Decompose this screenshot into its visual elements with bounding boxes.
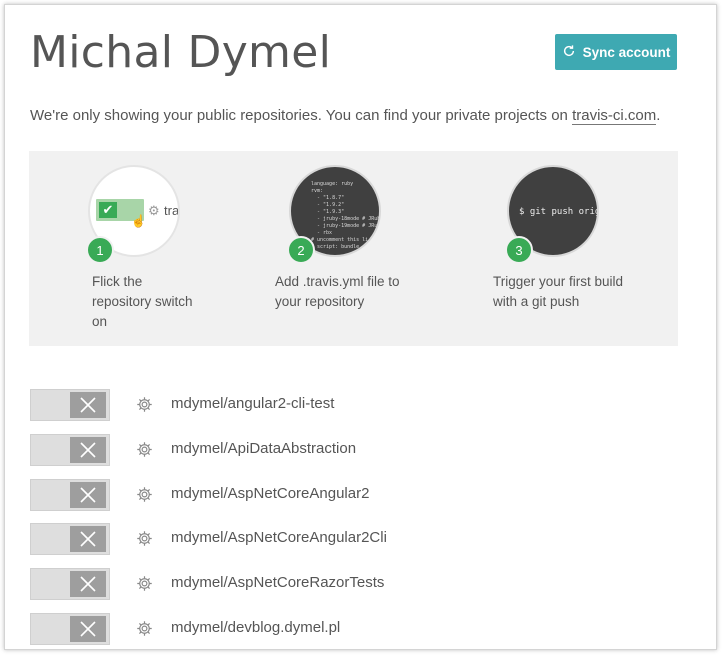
repository-toggle[interactable] (30, 613, 110, 645)
gear-icon[interactable] (136, 620, 153, 637)
getting-started-steps: ✔ ⚙ tra ☝ 1 Flick the repository switch … (29, 151, 678, 346)
close-icon (70, 482, 106, 508)
step-2: language: ruby rvm: - "1.8.7" - "1.9.2" … (275, 165, 400, 309)
step-2-number: 2 (287, 236, 315, 264)
notice-period: . (656, 107, 661, 124)
travis-ci-com-link[interactable]: travis-ci.com (572, 107, 657, 125)
repository-name[interactable]: mdymel/AspNetCoreAngular2Cli (171, 529, 387, 546)
close-icon (70, 571, 106, 597)
step-3-text: Trigger your first build with a git push (493, 274, 624, 309)
close-icon (70, 392, 106, 418)
public-repos-notice: We're only showing your public repositor… (30, 107, 661, 125)
step-3-number: 3 (505, 236, 533, 264)
travis-yml-code: language: ruby rvm: - "1.8.7" - "1.9.2" … (311, 181, 381, 250)
repository-name[interactable]: mdymel/ApiDataAbstraction (171, 440, 356, 457)
repository-toggle[interactable] (30, 523, 110, 555)
repository-row: mdymel/ApiDataAbstraction (30, 434, 690, 466)
step-3: $ git push origin 3 Trigger your first b… (493, 165, 623, 309)
step-2-text: Add .travis.yml file to your repository (275, 274, 400, 309)
gear-icon[interactable] (136, 530, 153, 547)
repository-row: mdymel/AspNetCoreAngular2 (30, 479, 690, 511)
gear-icon[interactable] (136, 575, 153, 592)
sync-icon (562, 44, 576, 61)
repository-name[interactable]: mdymel/angular2-cli-test (171, 395, 334, 412)
repository-toggle[interactable] (30, 434, 110, 466)
repository-row: mdymel/devblog.dymel.pl (30, 613, 690, 645)
step-1-text: Flick the repository switch on (92, 274, 193, 329)
repository-toggle[interactable] (30, 479, 110, 511)
close-icon (70, 437, 106, 463)
repository-toggle[interactable] (30, 568, 110, 600)
step-1-number: 1 (86, 236, 114, 264)
sync-account-label: Sync account (582, 44, 671, 60)
close-icon (70, 616, 106, 642)
step-1-preview-text: tra (164, 203, 180, 218)
gear-icon[interactable] (136, 396, 153, 413)
gear-icon: ⚙ (148, 203, 160, 218)
git-push-command: $ git push origin (519, 207, 597, 217)
repository-name[interactable]: mdymel/AspNetCoreAngular2 (171, 485, 369, 502)
profile-panel: Michal Dymel Sync account We're only sho… (4, 4, 717, 650)
gear-icon[interactable] (136, 441, 153, 458)
repository-row: mdymel/AspNetCoreRazorTests (30, 568, 690, 600)
repository-row: mdymel/AspNetCoreAngular2Cli (30, 523, 690, 555)
step-1: ✔ ⚙ tra ☝ 1 Flick the repository switch … (86, 165, 193, 329)
page-title: Michal Dymel (30, 27, 332, 78)
notice-text: We're only showing your public repositor… (30, 107, 573, 124)
repository-toggle[interactable] (30, 389, 110, 421)
repository-row: mdymel/angular2-cli-test (30, 389, 690, 421)
repository-name[interactable]: mdymel/devblog.dymel.pl (171, 619, 340, 636)
check-icon: ✔ (99, 202, 117, 218)
close-icon (70, 526, 106, 552)
repository-name[interactable]: mdymel/AspNetCoreRazorTests (171, 574, 384, 591)
cursor-icon: ☝ (131, 214, 146, 228)
sync-account-button[interactable]: Sync account (555, 34, 677, 70)
gear-icon[interactable] (136, 486, 153, 503)
